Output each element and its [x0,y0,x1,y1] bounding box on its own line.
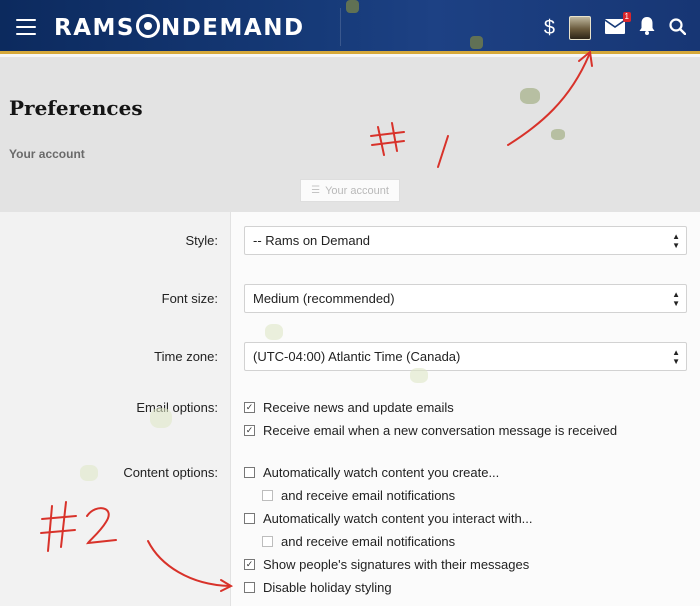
email-option-conversation[interactable]: ✓ Receive email when a new conversation … [244,423,617,438]
list-icon: ☰ [311,185,321,196]
content-option-email-created[interactable]: and receive email notifications [262,488,455,503]
header-divider [340,8,341,46]
select-arrows-icon: ▲ ▼ [672,232,680,250]
account-menu-tab[interactable]: ☰ Your account [300,179,400,202]
decor-smudge [520,88,540,104]
site-logo[interactable]: RAMS NDEMAND [54,14,305,42]
font-size-label: Font size: [161,291,218,306]
header-icons: $ 1 [544,12,687,44]
menu-icon[interactable] [16,19,36,35]
content-option-holiday-styling[interactable]: Disable holiday styling [244,580,392,595]
option-label: Receive news and update emails [263,400,454,415]
decor-smudge [410,368,428,383]
option-label: Automatically watch content you create..… [263,465,500,480]
top-navbar: RAMS NDEMAND $ 1 [0,0,700,54]
content-options-label: Content options: [123,465,218,480]
logo-text-left: RAMS [54,15,135,41]
content-option-watch-interacted[interactable]: Automatically watch content you interact… [244,511,533,526]
logo-ring [135,14,160,38]
font-size-select-value: Medium (recommended) [253,291,395,306]
option-label: Receive email when a new conversation me… [263,423,618,438]
style-select-value: -- Rams on Demand [253,233,371,248]
tab-label: Your account [325,184,389,197]
email-option-news[interactable]: ✓ Receive news and update emails [244,400,454,415]
time-zone-label: Time zone: [154,349,218,364]
checkbox-disabled[interactable] [262,536,273,547]
select-arrows-icon: ▲ ▼ [672,348,680,366]
content-option-watch-created[interactable]: Automatically watch content you create..… [244,465,499,480]
option-label: and receive email notifications [281,534,456,549]
decor-smudge [470,36,483,49]
option-label: and receive email notifications [281,488,456,503]
content-option-email-interacted[interactable]: and receive email notifications [262,534,455,549]
bell-icon[interactable] [639,17,655,39]
checkbox[interactable] [244,582,255,593]
decor-smudge [80,465,98,481]
checkbox-checked[interactable]: ✓ [244,425,255,436]
time-zone-select[interactable]: (UTC-04:00) Atlantic Time (Canada) ▲ ▼ [244,342,687,371]
checkbox[interactable] [244,513,255,524]
option-label: Automatically watch content you interact… [263,511,533,526]
decor-smudge [150,408,172,428]
logo-text-right: NDEMAND [160,15,305,41]
select-arrows-icon: ▲ ▼ [672,290,680,308]
notification-badge: 1 [622,12,631,22]
option-label: Disable holiday styling [263,580,392,595]
decor-smudge [346,0,359,13]
breadcrumb[interactable]: Your account [9,147,85,161]
content-option-signatures[interactable]: ✓ Show people's signatures with their me… [244,557,529,572]
email-options-label: Email options: [136,400,218,415]
decor-smudge [265,324,283,340]
mail-icon[interactable]: 1 [604,12,631,38]
decor-smudge [551,129,565,140]
page-title: Preferences [9,96,143,120]
search-icon[interactable] [669,17,687,39]
checkbox-checked[interactable]: ✓ [244,402,255,413]
checkbox-checked[interactable]: ✓ [244,559,255,570]
font-size-select[interactable]: Medium (recommended) ▲ ▼ [244,284,687,313]
time-zone-select-value: (UTC-04:00) Atlantic Time (Canada) [253,349,461,364]
style-label: Style: [185,233,218,248]
option-label: Show people's signatures with their mess… [263,557,530,572]
dollar-icon[interactable]: $ [544,18,555,38]
style-select[interactable]: -- Rams on Demand ▲ ▼ [244,226,687,255]
avatar[interactable] [569,16,591,40]
checkbox[interactable] [244,467,255,478]
checkbox-disabled[interactable] [262,490,273,501]
